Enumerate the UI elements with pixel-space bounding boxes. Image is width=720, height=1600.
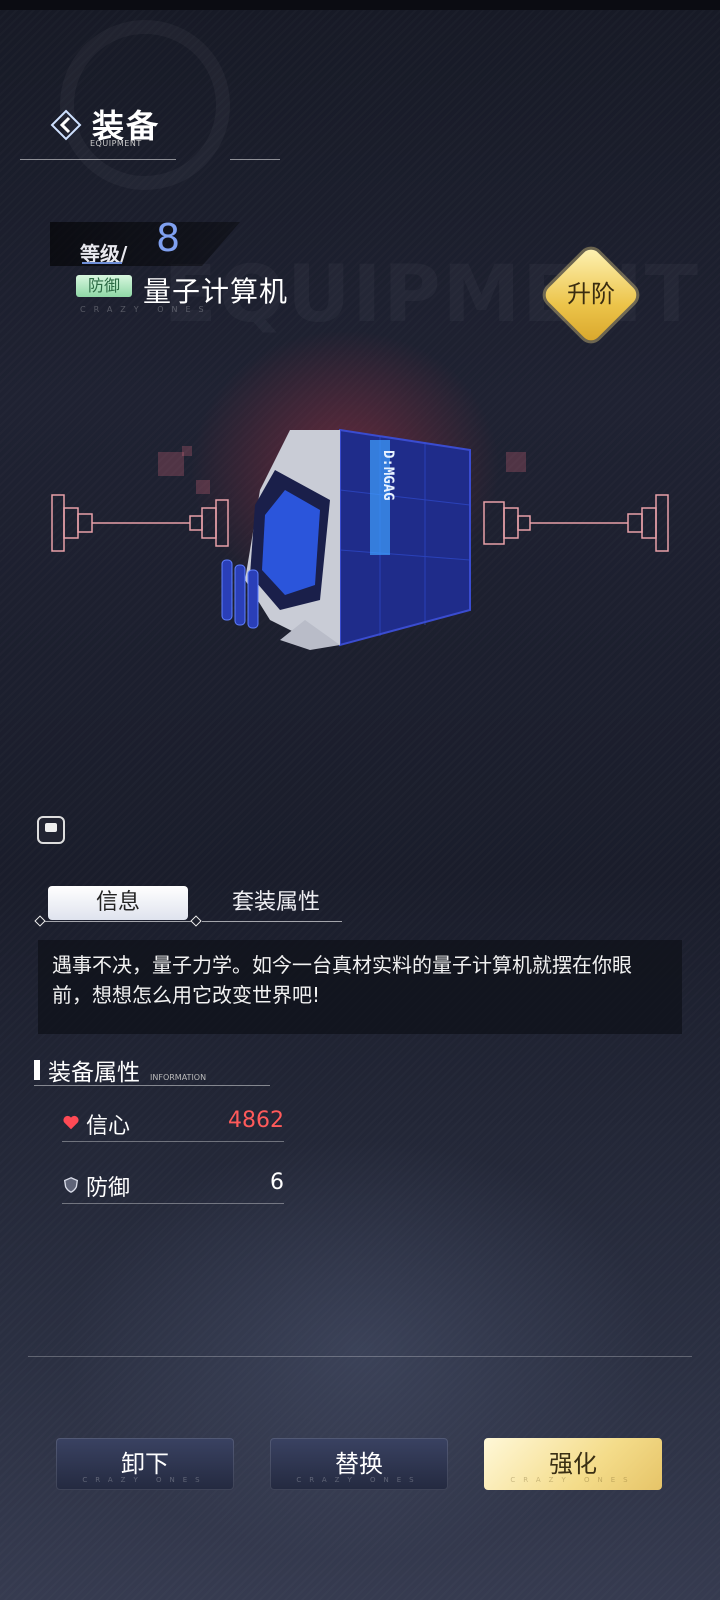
machine-logo: D:MGAG [380, 450, 396, 501]
page-subtitle: EQUIPMENT [90, 139, 142, 148]
tab-set-attributes[interactable]: 套装属性 [206, 886, 346, 920]
button-tagline: CRAZY ONES [82, 1476, 208, 1484]
attributes-title: 装备属性 [48, 1060, 140, 1086]
description-text: 遇事不决，量子力学。如今一台真材实料的量子计算机就摆在你眼前，想想怎么用它改变世… [38, 940, 682, 1034]
upgrade-button[interactable]: 升阶 [536, 240, 646, 350]
header-divider-short [230, 159, 280, 160]
button-tagline: CRAZY ONES [510, 1476, 636, 1484]
heart-icon [63, 1115, 79, 1130]
right-connector [483, 494, 669, 552]
bottom-divider [28, 1356, 692, 1357]
section-marker [34, 1060, 40, 1080]
replace-button[interactable]: 替换 CRAZY ONES [270, 1438, 448, 1490]
toggle-view-icon[interactable] [37, 816, 65, 844]
stat-value: 6 [270, 1170, 284, 1195]
type-badge: 防御 [76, 275, 132, 297]
attributes-divider [34, 1085, 270, 1086]
button-tagline: CRAZY ONES [296, 1476, 422, 1484]
quantum-computer-illustration: D:MGAG [51, 428, 669, 650]
stat-value: 4862 [228, 1108, 284, 1133]
back-arrow-icon[interactable] [50, 109, 82, 141]
unequip-label: 卸下 [121, 1450, 169, 1478]
enhance-label: 强化 [549, 1450, 597, 1478]
status-bar [0, 0, 720, 10]
equipment-tagline: CRAZY ONES [80, 305, 212, 314]
stat-label: 信心 [86, 1114, 131, 1139]
equipment-name: 量子计算机 [143, 275, 289, 308]
left-connector [51, 494, 229, 552]
tab-underline-active [42, 921, 192, 922]
attributes-subtitle: INFORMATION [150, 1073, 207, 1082]
stat-label: 防御 [86, 1176, 131, 1201]
level-underline [82, 262, 122, 264]
enhance-button[interactable]: 强化 CRAZY ONES [484, 1438, 662, 1490]
shield-icon [63, 1177, 79, 1193]
tab-underline [202, 921, 342, 922]
stat-row-defense: 防御 6 [62, 1168, 284, 1204]
stat-row-confidence: 信心 4862 [62, 1106, 284, 1142]
unequip-button[interactable]: 卸下 CRAZY ONES [56, 1438, 234, 1490]
replace-label: 替换 [335, 1450, 383, 1478]
page-header: 装备 EQUIPMENT [20, 95, 290, 165]
tab-info[interactable]: 信息 [48, 886, 188, 920]
upgrade-label: 升阶 [567, 280, 615, 308]
header-divider [20, 159, 176, 160]
level-value: 8 [156, 216, 181, 260]
